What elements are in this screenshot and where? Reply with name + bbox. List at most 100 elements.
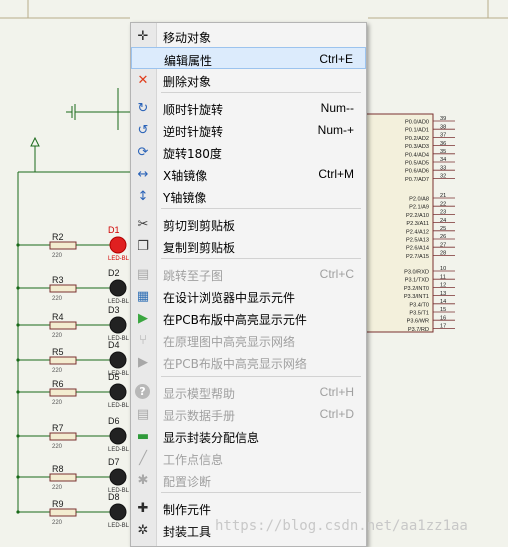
chip-pin-label: P0.5/AD5 [405,161,429,167]
menu-item-shortcut: Ctrl+D [319,407,354,421]
menu-item-delete-object[interactable]: ✕ 删除对象 [131,69,366,91]
resistor-value: 220 [52,296,63,302]
package-tool-icon: ✲ [137,522,149,538]
menu-item-goto-child-sheet: ▤ 跳转至子图 Ctrl+C [131,263,366,285]
help-icon: ? [135,384,150,399]
menu-item-label: 编辑属性 [164,54,213,68]
led[interactable] [109,383,127,401]
led-ref: D1 [108,225,120,235]
chip-pin-label: P2.3/A11 [406,221,429,227]
datasheet-icon: ▤ [136,406,150,422]
menu-separator [161,208,361,209]
chip-pin-label: P3.5/T1 [409,311,429,317]
menu-separator [161,492,361,493]
resistor-value: 220 [52,520,63,526]
resistor-body[interactable] [49,356,77,365]
led[interactable] [109,279,127,297]
resistor-body[interactable] [49,508,77,517]
resistor-value: 220 [52,400,63,406]
menu-item-label: X轴镜像 [163,169,208,183]
menu-item-label: 封装工具 [163,525,212,539]
pcb-net-icon: ▶ [138,354,148,370]
chip-pin-label: P3.1/TXD [405,278,429,284]
menu-item-label: 删除对象 [163,75,212,89]
led-ref: D4 [108,340,120,350]
led[interactable] [109,427,127,445]
menu-item-operating-point-info: ╱ 工作点信息 [131,447,366,469]
led-ref: D5 [108,372,120,382]
led-ref: D7 [108,457,120,467]
resistor-value: 220 [52,253,63,259]
menu-item-label: Y轴镜像 [163,191,207,205]
chip-pin-label: P2.6/A14 [406,246,429,252]
resistor-value: 220 [52,444,63,450]
menu-item-label: 显示数据手册 [163,409,236,423]
menu-item-show-package-info[interactable]: ▬ 显示封装分配信息 [131,425,366,447]
chip-pin-number: 10 [440,266,446,272]
resistor-value: 220 [52,485,63,491]
edit-properties-icon [135,51,153,67]
menu-item-y-mirror[interactable]: ↕ Y轴镜像 [131,185,366,207]
led[interactable] [109,236,127,254]
chip-pin-number: 23 [440,210,446,216]
menu-item-highlight-in-pcb[interactable]: ▶ 在PCB布版中高亮显示元件 [131,307,366,329]
menu-item-rotate-clockwise[interactable]: ↻ 顺时针旋转 Num-- [131,97,366,119]
resistor-value: 220 [52,333,63,339]
chip-pin-number: 39 [440,116,446,122]
chip-pin-label: P2.2/A10 [406,213,429,219]
led-type: LED-BL [108,523,130,529]
menu-item-copy-to-clipboard[interactable]: ❐ 复制到剪贴板 [131,235,366,257]
goto-child-sheet-icon: ▤ [136,266,150,282]
chip-pin-label: P2.5/A13 [406,238,429,244]
resistor-body[interactable] [49,284,77,293]
resistor-body[interactable] [49,473,77,482]
menu-item-shortcut: Ctrl+H [319,385,354,399]
menu-item-label: 工作点信息 [163,453,224,467]
menu-item-rotate-180[interactable]: ⟳ 旋转180度 [131,141,366,163]
chip-pin-label: P2.0/A8 [409,197,429,203]
chip-pin-label: P3.2/INT0 [404,286,429,292]
chip-pin-label: P0.4/AD4 [405,152,429,158]
menu-item-show-model-help: ? 显示模型帮助 Ctrl+H [131,381,366,403]
chip-pin-number: 25 [440,226,446,232]
mirror-x-icon: ↔ [137,166,149,182]
led[interactable] [109,316,127,334]
led[interactable] [109,468,127,486]
chip-pin-label: P3.4/T0 [409,302,429,308]
led[interactable] [109,503,127,521]
resistor-body[interactable] [49,241,77,250]
chip-pin-label: P3.3/INT1 [404,294,429,300]
chip-pin-number: 11 [440,274,446,280]
menu-item-show-in-design-explorer[interactable]: ▦ 在设计浏览器中显示元件 [131,285,366,307]
context-menu: ✛ 移动对象 编辑属性 Ctrl+E ✕ 删除对象 ↻ 顺时针旋转 Num-- ↺ 逆时针旋转 Num… [130,22,367,547]
chip-pin-number: 15 [440,307,446,313]
make-device-icon: ✚ [137,500,149,516]
menu-item-x-mirror[interactable]: ↔ X轴镜像 Ctrl+M [131,163,366,185]
menu-item-label: 剪切到剪贴板 [163,219,236,233]
resistor-body[interactable] [49,321,77,330]
schematic-net-icon: ⑂ [139,332,147,348]
resistor-body[interactable] [49,388,77,397]
delete-icon: ✕ [137,72,149,88]
rotate-anticlockwise-icon: ↺ [137,122,149,138]
chip-pin-number: 13 [440,291,446,297]
chip-pin-label: P0.0/AD0 [405,120,429,126]
menu-item-make-device[interactable]: ✚ 制作元件 [131,497,366,519]
menu-item-label: 显示模型帮助 [163,387,236,401]
menu-item-shortcut: Ctrl+M [318,167,354,181]
menu-item-cut-to-clipboard[interactable]: ✂ 剪切到剪贴板 [131,213,366,235]
led[interactable] [109,351,127,369]
menu-item-rotate-anticlockwise[interactable]: ↺ 逆时针旋转 Num-+ [131,119,366,141]
led-ref: D2 [108,268,120,278]
menu-item-label: 移动对象 [163,31,212,45]
led-ref: D8 [108,492,120,502]
menu-item-edit-properties[interactable]: 编辑属性 Ctrl+E [131,47,366,69]
resistor-ref: R4 [52,312,64,322]
resistor-body[interactable] [49,432,77,441]
chip-pin-label: P2.7/A15 [406,254,429,260]
menu-item-move-object[interactable]: ✛ 移动对象 [131,25,366,47]
design-explorer-icon: ▦ [136,288,150,304]
mirror-y-icon: ↕ [137,188,149,204]
chip-pin-number: 37 [440,133,446,139]
bug-icon: ✱ [137,472,149,488]
